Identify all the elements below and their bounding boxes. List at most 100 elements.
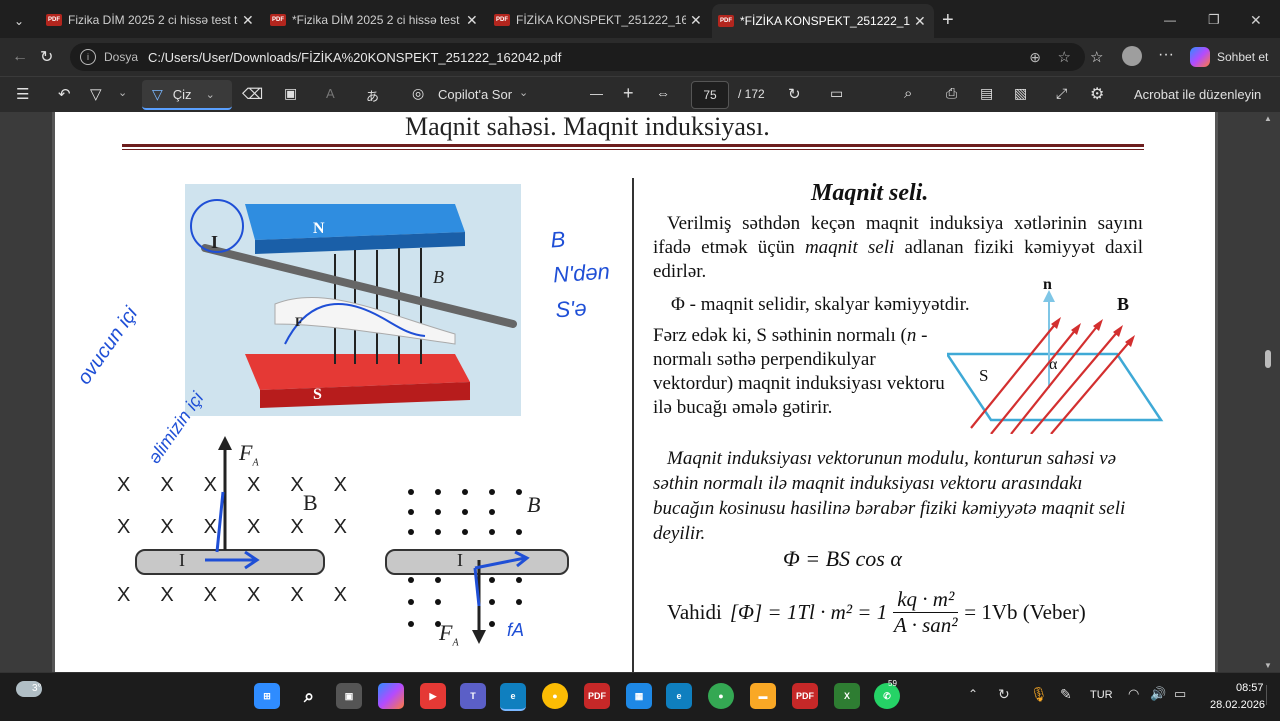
- volume-icon[interactable]: 🔊: [1150, 686, 1166, 702]
- pdf-app-icon[interactable]: PDF: [584, 683, 610, 709]
- chevron-up-icon[interactable]: ⌃: [968, 687, 978, 701]
- youtube-icon[interactable]: ▶: [420, 683, 446, 709]
- heading-rule: [122, 144, 1144, 147]
- close-icon[interactable]: ✕: [242, 12, 254, 29]
- show-desktop-button[interactable]: [1266, 685, 1275, 705]
- favorite-star-icon[interactable]: ☆: [1058, 48, 1071, 66]
- label-B-field: B: [433, 267, 444, 287]
- copilot-small-icon[interactable]: ◎: [412, 85, 424, 102]
- search-icon[interactable]: ⌕: [296, 683, 322, 709]
- draw-button[interactable]: ▽ Çiz ⌄: [142, 80, 232, 110]
- tab-actions-button[interactable]: ⌄: [6, 7, 32, 35]
- teams-icon[interactable]: T: [460, 683, 486, 709]
- print-icon[interactable]: ⎙: [946, 85, 957, 102]
- refresh-icon[interactable]: ↻: [40, 47, 53, 67]
- heading-rule-thin: [122, 149, 1144, 150]
- cross-mark: X: [117, 474, 131, 496]
- eraser-icon[interactable]: ⌫: [242, 85, 263, 103]
- cross-mark: X: [333, 474, 347, 496]
- rotate-icon[interactable]: ↻: [788, 85, 801, 103]
- flux-intro-paragraph: Verilmiş səthdən keçən maqnit induksiya …: [653, 212, 1143, 284]
- scrollbar-thumb[interactable]: [1265, 350, 1271, 368]
- save-icon[interactable]: ▤: [980, 85, 993, 102]
- cross-mark: X: [160, 584, 174, 606]
- normal-paragraph: Fərz edək ki, S səthinin normalı (n - no…: [653, 324, 953, 420]
- favorites-icon[interactable]: ☆: [1090, 48, 1103, 66]
- clock-date[interactable]: 28.02.2026: [1210, 699, 1265, 711]
- chevron-down-icon[interactable]: ⌄: [118, 86, 127, 99]
- contents-icon[interactable]: ☰: [16, 85, 29, 103]
- scroll-down-icon[interactable]: ▼: [1264, 661, 1272, 670]
- handwritten-arrows: [205, 491, 260, 570]
- url-bar[interactable]: i Dosya C:/Users/User/Downloads/FİZİKA%2…: [70, 43, 1085, 71]
- cross-mark: X: [203, 584, 217, 606]
- pen-icon: ▽: [152, 85, 163, 102]
- text-box-icon[interactable]: ▣: [284, 85, 297, 102]
- language-indicator[interactable]: TUR: [1090, 689, 1113, 701]
- battery-icon[interactable]: ▭: [1174, 686, 1186, 702]
- wifi-icon[interactable]: ◠: [1128, 686, 1139, 702]
- more-icon[interactable]: ···: [1158, 46, 1174, 64]
- search-icon[interactable]: ⌕: [904, 85, 912, 102]
- pen-icon[interactable]: ✎: [1060, 686, 1072, 703]
- zoom-in-button[interactable]: +: [623, 83, 634, 104]
- label-alpha: α: [1049, 356, 1058, 373]
- tab-0[interactable]: PDF Fizika DİM 2025 2 ci hissə test top …: [40, 6, 260, 34]
- tab-2[interactable]: PDF FİZİKA KONSPEKT_251222_162042 ✕: [488, 6, 708, 34]
- clock-time[interactable]: 08:57: [1236, 682, 1264, 694]
- text-size-icon[interactable]: A: [326, 86, 335, 101]
- minimize-button[interactable]: —: [1164, 6, 1176, 34]
- window-close-button[interactable]: ✕: [1250, 6, 1262, 34]
- back-icon[interactable]: ←: [12, 48, 28, 66]
- undo-icon[interactable]: ↶: [58, 85, 71, 103]
- excel-icon[interactable]: X: [834, 683, 860, 709]
- vertical-scrollbar[interactable]: ▲ ▼: [1264, 114, 1272, 670]
- page-view-icon[interactable]: ▭: [830, 85, 843, 102]
- chrome-profile-icon[interactable]: ●: [708, 683, 734, 709]
- magnet-figure: [185, 184, 521, 416]
- tab-3[interactable]: PDF *FİZİKA KONSPEKT_251222_16204 ✕: [712, 4, 934, 38]
- task-view-icon[interactable]: ▣: [336, 683, 362, 709]
- magnet-S-label: S: [313, 386, 322, 403]
- pdf-viewer[interactable]: Maqnit sahəsi. Maqnit induksiyası. I N S…: [0, 112, 1280, 672]
- ask-copilot-button[interactable]: Copilot'a Sor: [438, 87, 512, 102]
- copilot-taskbar-icon[interactable]: [378, 683, 404, 709]
- maximize-button[interactable]: ❐: [1208, 6, 1220, 34]
- close-icon[interactable]: ✕: [466, 12, 478, 29]
- store-icon[interactable]: ▦: [626, 683, 652, 709]
- copilot-chat-label[interactable]: Sohbet et: [1217, 50, 1268, 64]
- edge-icon[interactable]: e: [500, 683, 526, 711]
- close-icon[interactable]: ✕: [914, 13, 926, 30]
- sync-icon[interactable]: ↻: [998, 686, 1010, 703]
- handwritten-arrows-right: [473, 550, 530, 607]
- tab-1[interactable]: PDF *Fizika DİM 2025 2 ci hissə test top…: [264, 6, 484, 34]
- pdf-reader-icon[interactable]: PDF: [792, 683, 818, 709]
- highlight-icon[interactable]: ▽: [90, 85, 102, 103]
- page-number-input[interactable]: 75: [691, 81, 729, 109]
- fullscreen-icon[interactable]: ⤢: [1056, 85, 1067, 102]
- close-icon[interactable]: ✕: [690, 12, 702, 29]
- settings-gear-icon[interactable]: ⚙: [1090, 84, 1104, 104]
- copilot-icon[interactable]: [1190, 47, 1210, 67]
- fit-page-icon[interactable]: ⇔: [656, 85, 670, 101]
- new-tab-button[interactable]: +: [942, 6, 954, 34]
- profile-avatar[interactable]: [1122, 46, 1142, 66]
- zoom-out-button[interactable]: —: [590, 86, 603, 101]
- magnet-N-label: N: [313, 220, 325, 237]
- scroll-up-icon[interactable]: ▲: [1264, 114, 1272, 123]
- url-text[interactable]: C:/Users/User/Downloads/FİZİKA%20KONSPEK…: [148, 50, 561, 65]
- label-normal-n: n: [1043, 276, 1052, 293]
- chrome-icon[interactable]: ●: [542, 683, 568, 709]
- fa-letter: F: [239, 440, 253, 465]
- zoom-icon[interactable]: ⊕: [1029, 49, 1041, 66]
- translate-icon[interactable]: あ: [366, 86, 379, 105]
- acrobat-edit-button[interactable]: Acrobat ile düzenleyin: [1134, 87, 1261, 102]
- microphone-icon[interactable]: 🎙: [1030, 686, 1048, 703]
- chevron-down-icon[interactable]: ⌄: [519, 86, 528, 99]
- save-as-icon[interactable]: ▧: [1014, 85, 1027, 102]
- edge-beta-icon[interactable]: e: [666, 683, 692, 709]
- file-explorer-icon[interactable]: ▬: [750, 683, 776, 709]
- start-windows-icon[interactable]: ⊞: [254, 683, 280, 709]
- info-icon[interactable]: i: [80, 49, 96, 65]
- cross-row-3: XXXXXX: [117, 584, 347, 607]
